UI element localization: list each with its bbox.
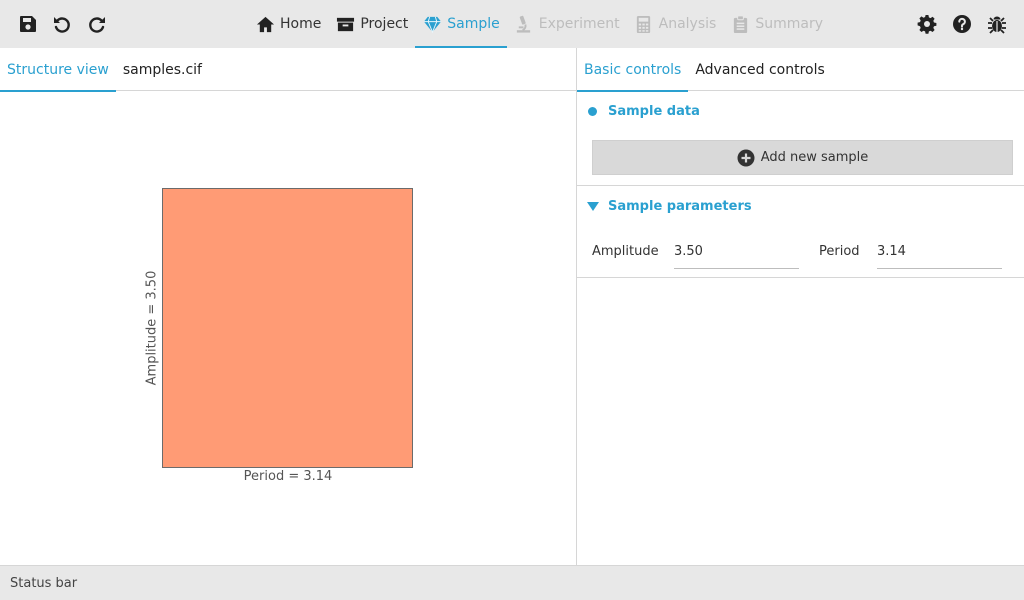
sample-data-header[interactable]: Sample data <box>587 104 700 119</box>
sample-parameters-title: Sample parameters <box>608 199 752 214</box>
status-bar: Status bar <box>0 565 1024 600</box>
bullet-icon <box>588 107 597 116</box>
add-new-sample-button[interactable]: Add new sample <box>592 140 1013 175</box>
tab-analysis-label: Analysis <box>658 16 717 32</box>
main-tab-bar: Home Project Sample Experiment Analysis <box>248 0 830 48</box>
right-tab-bar: Basic controls Advanced controls <box>577 48 1024 92</box>
microscope-icon <box>514 14 534 34</box>
tab-summary-label: Summary <box>755 16 823 32</box>
tab-project-label: Project <box>360 16 409 32</box>
calculator-icon <box>634 14 654 34</box>
tab-home[interactable]: Home <box>248 0 328 48</box>
home-icon <box>255 14 275 34</box>
tab-home-label: Home <box>280 16 322 32</box>
tab-experiment-label: Experiment <box>538 16 620 32</box>
controls-panel: Basic controls Advanced controls Sample … <box>576 48 1024 565</box>
divider <box>577 185 1024 186</box>
structure-x-label: Period = 3.14 <box>243 469 333 484</box>
tab-sample-label: Sample <box>447 16 500 32</box>
tab-analysis[interactable]: Analysis <box>627 0 724 48</box>
sample-data-title: Sample data <box>608 104 700 119</box>
gem-icon <box>422 14 442 34</box>
left-tab-bar: Structure view samples.cif <box>0 48 576 92</box>
structure-plot <box>162 188 413 468</box>
period-label: Period <box>819 244 860 259</box>
tab-summary[interactable]: Summary <box>723 0 830 48</box>
redo-icon[interactable] <box>86 13 108 35</box>
add-new-sample-label: Add new sample <box>760 150 869 165</box>
save-icon[interactable] <box>17 13 39 35</box>
tab-structure-view[interactable]: Structure view <box>0 48 116 92</box>
tab-project[interactable]: Project <box>328 0 415 48</box>
app-bar: Home Project Sample Experiment Analysis <box>0 0 1024 48</box>
tab-advanced-controls[interactable]: Advanced controls <box>688 48 831 91</box>
divider <box>577 277 1024 278</box>
gear-icon[interactable] <box>916 13 938 35</box>
tab-basic-controls[interactable]: Basic controls <box>577 48 689 92</box>
structure-y-label: Amplitude = 3.50 <box>144 270 160 386</box>
plus-circle-icon <box>737 149 755 166</box>
period-field[interactable]: 3.14 <box>877 234 1002 269</box>
tab-samples-cif[interactable]: samples.cif <box>116 48 209 91</box>
amplitude-label: Amplitude <box>592 244 659 259</box>
bug-icon[interactable] <box>986 13 1008 35</box>
sample-parameters-header[interactable]: Sample parameters <box>587 199 752 214</box>
help-icon[interactable] <box>951 13 973 35</box>
structure-panel: Structure view samples.cif Amplitude = 3… <box>0 48 576 565</box>
archive-box-icon <box>335 14 355 34</box>
amplitude-field[interactable]: 3.50 <box>674 234 799 269</box>
tab-sample[interactable]: Sample <box>415 0 507 48</box>
undo-icon[interactable] <box>51 13 73 35</box>
clipboard-icon <box>730 14 750 34</box>
triangle-down-icon <box>587 202 599 211</box>
tab-experiment[interactable]: Experiment <box>507 0 627 48</box>
